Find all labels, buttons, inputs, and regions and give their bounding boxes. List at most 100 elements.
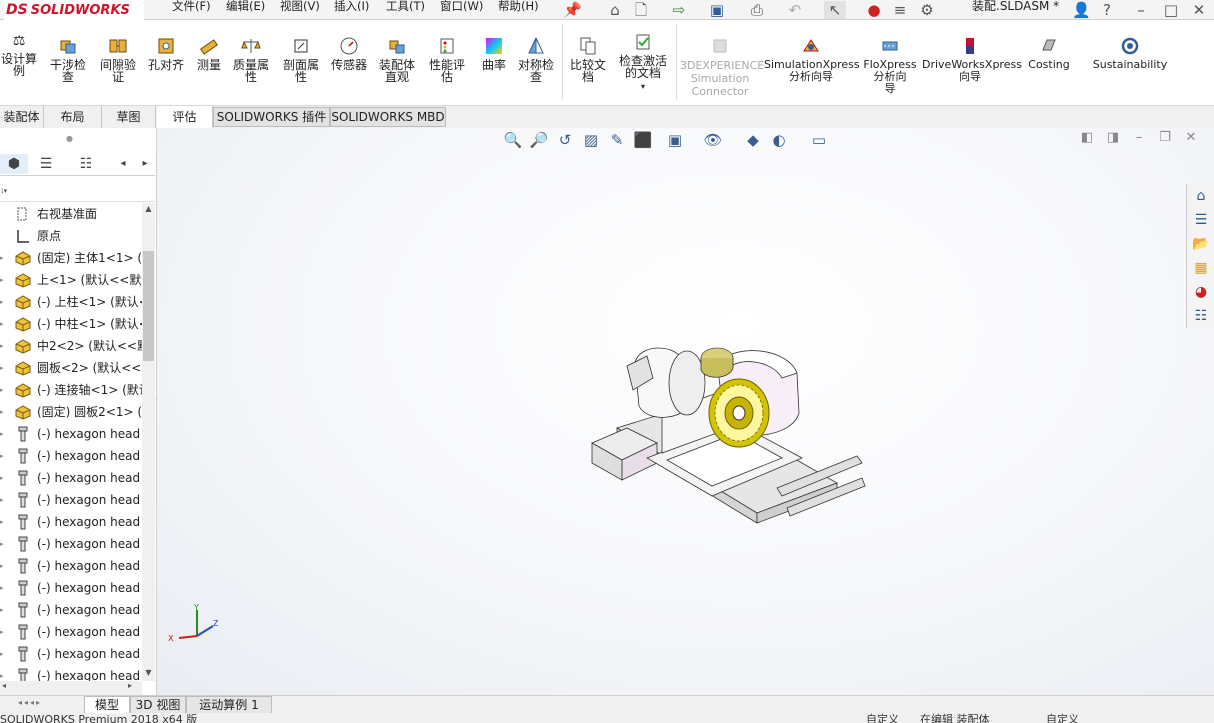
expand-arrow-icon[interactable]: ▸ (0, 621, 8, 643)
chevron-down-icon[interactable]: ▾ (641, 82, 645, 91)
tree-item[interactable]: ▸ (-) hexagon head (0, 511, 142, 533)
minimize-window-icon[interactable]: – (1132, 1, 1150, 19)
close-window-icon[interactable]: ✕ (1190, 1, 1208, 19)
select-cursor-icon[interactable]: ↖ (824, 1, 846, 19)
simulationxpress-button[interactable]: SimulationXpress 分析向导 (764, 36, 860, 83)
expand-arrow-icon[interactable]: ▸ (0, 335, 8, 357)
performance-evaluation-button[interactable]: 性能评 估 (424, 36, 470, 83)
expand-arrow-icon[interactable]: ▸ (0, 665, 8, 681)
tree-item[interactable]: ▸ (-) 上柱<1> (默认< (0, 291, 142, 313)
menu-insert[interactable]: 插入(I) (334, 0, 369, 20)
file-explorer-icon[interactable]: 📂 (1191, 234, 1211, 254)
tree-item[interactable]: ▸ 中2<2> (默认<<默 (0, 335, 142, 357)
driveworksxpress-button[interactable]: DriveWorksXpress 向导 (922, 36, 1022, 83)
bottom-tab-nav-icons[interactable]: ◂◂◂▸ (18, 698, 42, 707)
tree-item[interactable]: ▸ (-) hexagon head (0, 445, 142, 467)
tree-item[interactable]: ▸ (-) hexagon head (0, 467, 142, 489)
open-icon[interactable]: ⇨ (668, 1, 690, 19)
costing-button[interactable]: Costing (1024, 36, 1074, 71)
expand-arrow-icon[interactable]: ▸ (0, 533, 8, 555)
tree-item[interactable]: ▸ (-) hexagon head (0, 665, 142, 681)
user-icon[interactable]: 👤 (1072, 1, 1091, 19)
panel-collapse-handle[interactable]: ● (66, 134, 76, 144)
scroll-up-icon[interactable]: ▲ (143, 203, 154, 215)
options-gear-icon[interactable]: ⚙ (916, 1, 938, 19)
custom-properties-icon[interactable]: ☷ (1191, 306, 1211, 326)
view-palette-icon[interactable]: ▦ (1191, 258, 1211, 278)
zoom-to-fit-icon[interactable]: 🔍 (502, 130, 524, 150)
scroll-down-icon[interactable]: ▼ (143, 667, 154, 679)
maximize-window-icon[interactable]: □ (1162, 1, 1180, 19)
tree-item[interactable]: ▸ (-) hexagon head (0, 423, 142, 445)
tree-filter[interactable]: ⨾▾ (0, 180, 155, 202)
tree-item[interactable]: ▸ 上<1> (默认<<默认 (0, 269, 142, 291)
menu-help[interactable]: 帮助(H) (498, 0, 539, 20)
tree-item[interactable]: ▸ (-) 中柱<1> (默认< (0, 313, 142, 335)
undo-icon[interactable]: ↶ (784, 1, 806, 19)
view-settings-monitor-icon[interactable]: ▭ (808, 130, 830, 150)
tree-vertical-scrollbar[interactable]: ▲ ▼ (142, 203, 155, 681)
menu-view[interactable]: 视图(V) (280, 0, 320, 20)
tree-horizontal-scrollbar[interactable]: ◂ ▸ (0, 681, 142, 695)
viewport-close-icon[interactable]: ✕ (1182, 130, 1200, 146)
expand-arrow-icon[interactable]: ▸ (0, 489, 8, 511)
tab-assembly[interactable]: 装配体 (0, 106, 44, 128)
status-units[interactable]: 自定义 (1046, 714, 1079, 723)
expand-arrow-icon[interactable]: ▸ (0, 269, 8, 291)
sensor-button[interactable]: 传感器 (328, 36, 370, 71)
property-manager-tab-icon[interactable]: ☰ (32, 154, 60, 174)
apply-scene-icon[interactable]: ◐ (768, 130, 790, 150)
expand-arrow-icon[interactable]: ▸ (0, 357, 8, 379)
view-orientation-icon[interactable]: ⬛ (632, 130, 654, 150)
tree-item[interactable]: 原点 (0, 225, 142, 247)
tab-layout[interactable]: 布局 (44, 106, 102, 128)
check-active-document-button[interactable]: 检查激活 的文档 ▾ (612, 32, 674, 93)
tree-item[interactable]: 右视基准面 (0, 203, 142, 225)
zoom-to-area-icon[interactable]: 🔎 (528, 130, 550, 150)
appearances-scenes-icon[interactable]: ◕ (1191, 282, 1211, 302)
expand-arrow-icon[interactable]: ▸ (0, 643, 8, 665)
pin-icon[interactable]: 📌 (563, 1, 582, 19)
rebuild-traffic-light-icon[interactable]: ● (866, 1, 882, 19)
tree-item[interactable]: ▸ (固定) 圆板2<1> (默 (0, 401, 142, 423)
print-icon[interactable]: ⎙ (746, 1, 768, 19)
previous-view-icon[interactable]: ↺ (554, 130, 576, 150)
home-icon[interactable]: ⌂ (1191, 186, 1211, 206)
viewport-minimize-icon[interactable]: – (1130, 130, 1148, 146)
mass-properties-button[interactable]: 质量属 性 (228, 36, 274, 83)
feature-manager-tab-icon[interactable]: ⬢ (0, 154, 28, 174)
tree-item[interactable]: ▸ (固定) 主体1<1> (默 (0, 247, 142, 269)
tree-item[interactable]: ▸ (-) hexagon head (0, 621, 142, 643)
expand-arrow-icon[interactable]: ▸ (0, 577, 8, 599)
home-icon[interactable]: ⌂ (604, 1, 626, 19)
curvature-button[interactable]: 曲率 (478, 36, 510, 71)
expand-arrow-icon[interactable]: ▸ (0, 599, 8, 621)
simulation-connector-button[interactable]: 3DEXPERIENCE Simulation Connector (680, 36, 764, 98)
graphics-area[interactable]: 🔍 🔎 ↺ ▨ ✎ ⬛ ▣ 👁 ◆ ◐ ▭ ◧ ◨ – ❐ ✕ Y X Z ⌂ … (157, 128, 1214, 695)
tab-solidworks-mbd[interactable]: SOLIDWORKS MBD (330, 107, 446, 127)
tab-evaluate[interactable]: 评估 (157, 106, 213, 128)
display-style-icon[interactable]: ▣ (664, 130, 686, 150)
assembly-model[interactable] (587, 338, 887, 578)
tab-sketch[interactable]: 草图 (102, 106, 156, 128)
new-document-icon[interactable]: 🗋 (630, 1, 652, 19)
compare-documents-button[interactable]: 比较文 档 (566, 36, 610, 83)
tab-motion-study-1[interactable]: 运动算例 1 (186, 696, 272, 714)
file-properties-icon[interactable]: ≡ (890, 1, 910, 19)
tree-item[interactable]: ▸ (-) 连接轴<1> (默认 (0, 379, 142, 401)
previous-document-icon[interactable]: ◧ (1078, 130, 1096, 146)
configuration-manager-tab-icon[interactable]: ☷ (72, 154, 100, 174)
help-icon[interactable]: ? (1098, 1, 1116, 19)
sustainability-button[interactable]: Sustainability (1090, 36, 1170, 71)
expand-arrow-icon[interactable]: ▸ (0, 445, 8, 467)
design-library-icon[interactable]: ☰ (1191, 210, 1211, 230)
viewport-restore-icon[interactable]: ❐ (1156, 130, 1174, 146)
scroll-left-icon[interactable]: ◂ (2, 681, 6, 690)
tab-model[interactable]: 模型 (84, 696, 130, 714)
tree-item[interactable]: ▸ (-) hexagon head (0, 489, 142, 511)
hide-show-items-icon[interactable]: 👁 (702, 130, 724, 150)
floxpress-button[interactable]: FloXpress 分析向 导 (862, 36, 918, 95)
section-view-icon[interactable]: ▨ (580, 130, 602, 150)
expand-arrow-icon[interactable]: ▸ (0, 291, 8, 313)
expand-arrow-icon[interactable]: ▸ (0, 511, 8, 533)
